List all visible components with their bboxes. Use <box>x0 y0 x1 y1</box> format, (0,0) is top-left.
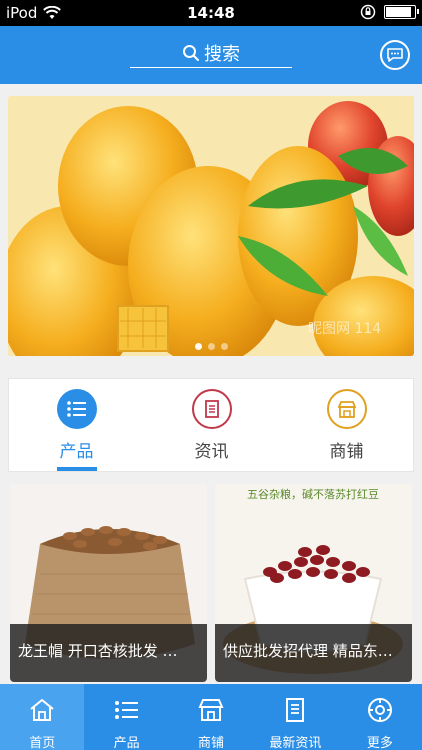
battery-icon <box>384 5 419 19</box>
nav-products[interactable]: 产品 <box>84 684 168 750</box>
status-bar: iPod 14:48 <box>0 0 422 26</box>
nav-label: 更多 <box>366 736 393 750</box>
banner-watermark: 昵图网 114 <box>308 321 382 337</box>
nav-label: 首页 <box>29 736 56 750</box>
search-icon <box>183 44 199 61</box>
tab-label: 产品 <box>59 442 94 462</box>
tab-products[interactable]: 产品 <box>9 379 144 473</box>
nav-label: 产品 <box>113 736 140 750</box>
list-icon <box>57 389 97 429</box>
product-card[interactable]: 五谷杂粮，碱不落苏打红豆 供应批发招代理 精品东… <box>215 484 412 682</box>
tab-stores[interactable]: 商铺 <box>279 379 414 473</box>
banner-carousel[interactable]: 昵图网 114 <box>8 96 414 356</box>
nav-home[interactable]: 首页 <box>0 684 85 750</box>
nav-label: 商铺 <box>198 736 225 750</box>
tab-news[interactable]: 资讯 <box>144 379 279 473</box>
search-label: 搜索 <box>204 43 240 65</box>
nav-more[interactable]: 更多 <box>338 684 422 750</box>
carousel-dots <box>8 343 414 350</box>
rotation-lock-icon <box>360 4 376 20</box>
bottom-nav: 首页 产品 商铺 最新资讯 更多 <box>0 684 422 750</box>
product-card[interactable]: 龙王帽 开口杏核批发 … <box>10 484 207 682</box>
product-title: 龙王帽 开口杏核批发 … <box>10 624 207 682</box>
nav-news[interactable]: 最新资讯 <box>253 684 337 750</box>
carousel-dot[interactable] <box>207 343 215 350</box>
list-icon <box>111 694 143 726</box>
tab-label: 资讯 <box>194 442 229 462</box>
document-icon <box>279 694 311 726</box>
document-icon <box>192 389 232 429</box>
carousel-dot[interactable] <box>220 343 228 350</box>
gear-icon <box>364 694 396 726</box>
mango-image <box>8 96 414 356</box>
status-time: 14:48 <box>187 4 235 22</box>
carousel-dot[interactable] <box>194 343 202 350</box>
chat-bubble-icon <box>387 48 403 62</box>
tab-label: 商铺 <box>329 442 364 462</box>
product-title: 供应批发招代理 精品东… <box>215 624 412 682</box>
nav-label: 最新资讯 <box>269 736 322 750</box>
home-icon <box>26 694 58 726</box>
store-icon <box>327 389 367 429</box>
active-tab-indicator <box>57 467 97 471</box>
header: 搜索 <box>0 26 422 84</box>
nav-stores[interactable]: 商铺 <box>169 684 253 750</box>
chat-button[interactable] <box>380 40 410 70</box>
product-banner-text: 五谷杂粮，碱不落苏打红豆 <box>247 487 379 501</box>
store-icon <box>195 694 227 726</box>
search-button[interactable]: 搜索 <box>130 38 292 68</box>
status-right <box>360 4 419 20</box>
category-tabs: 产品 资讯 商铺 <box>8 378 414 472</box>
